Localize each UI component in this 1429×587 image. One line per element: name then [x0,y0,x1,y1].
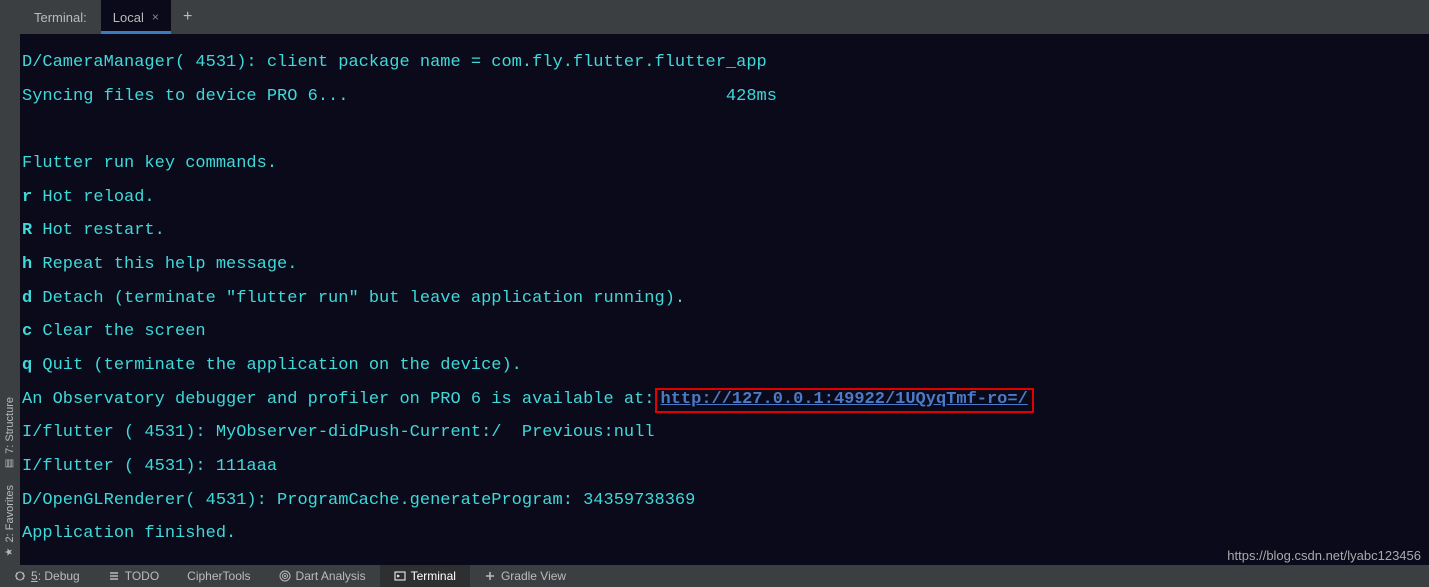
terminal-line: h Repeat this help message. [22,248,1427,282]
hotkey: r [22,188,32,207]
terminal-output[interactable]: D/CameraManager( 4531): client package n… [20,34,1429,565]
bottom-tool-bar: 5: Debug TODO CipherTools Dart Analysis Term… [0,565,1429,587]
terminal-line: c Clear the screen [22,315,1427,349]
bottom-tab-gradle-view[interactable]: Gradle View [470,565,580,587]
hotkey: q [22,356,32,375]
sidebar-item-label: 7: Structure [4,397,16,454]
terminal-line: An Observatory debugger and profiler on … [22,383,1427,417]
bottom-tab-label: Dart Analysis [296,569,366,583]
terminal-line: D/OpenGLRenderer( 4531): ProgramCache.ge… [22,484,1427,518]
bottom-tab-5-debug[interactable]: 5: Debug [0,565,94,587]
observatory-url-highlight: http://127.0.0.1:49922/1UQyqTmf-ro=/ [655,388,1034,413]
hotkey: d [22,289,32,308]
plus-icon [484,570,496,582]
sidebar-favorites[interactable]: ★ 2: Favorites [2,477,18,565]
tab-bar-label: Terminal: [20,10,101,25]
terminal-tab-bar: Terminal: Local × + [0,0,1429,34]
left-sidebar: ▤ 7: Structure ★ 2: Favorites [0,34,20,565]
dart-icon [279,570,291,582]
observatory-link[interactable]: http://127.0.0.1:49922/1UQyqTmf-ro=/ [661,390,1028,409]
bottom-tab-label: Terminal [411,569,456,583]
close-icon[interactable]: × [152,10,159,24]
terminal-line: D/CameraManager( 4531): client package n… [22,46,1427,80]
sidebar-item-label: 2: Favorites [4,485,16,542]
hotkey: R [22,221,32,240]
bottom-tab-ciphertools[interactable]: CipherTools [173,565,264,587]
tab-local[interactable]: Local × [101,0,171,34]
add-tab-button[interactable]: + [171,8,205,26]
bottom-tab-label: TODO [125,569,159,583]
bottom-tab-dart-analysis[interactable]: Dart Analysis [265,565,380,587]
list-icon [108,570,120,582]
terminal-line: Syncing files to device PRO 6... 428ms [22,80,1427,114]
terminal-line: I/flutter ( 4531): 111aaa [22,450,1427,484]
terminal-line: r Hot reload. [22,181,1427,215]
hotkey: c [22,322,32,341]
terminal-line: d Detach (terminate "flutter run" but le… [22,282,1427,316]
terminal-line: Application finished. [22,517,1427,551]
structure-icon: ▤ [5,458,16,469]
hotkey: h [22,255,32,274]
terminal-line: q Quit (terminate the application on the… [22,349,1427,383]
terminal-line: R Hot restart. [22,214,1427,248]
bottom-tab-todo[interactable]: TODO [94,565,173,587]
terminal-line [22,113,1427,147]
terminal-line: I/flutter ( 4531): MyObserver-didPush-Cu… [22,416,1427,450]
watermark: https://blog.csdn.net/lyabc123456 [1227,548,1421,563]
sidebar-structure[interactable]: ▤ 7: Structure [2,389,18,477]
bottom-tab-label: Gradle View [501,569,566,583]
terminal-line: Flutter run key commands. [22,147,1427,181]
bug-icon [14,570,26,582]
bottom-tab-label: CipherTools [187,569,250,583]
terminal-icon [394,570,406,582]
tab-label: Local [113,10,144,25]
star-icon: ★ [5,546,16,557]
bottom-tab-label: 5: Debug [31,569,80,583]
bottom-tab-terminal[interactable]: Terminal [380,565,470,587]
